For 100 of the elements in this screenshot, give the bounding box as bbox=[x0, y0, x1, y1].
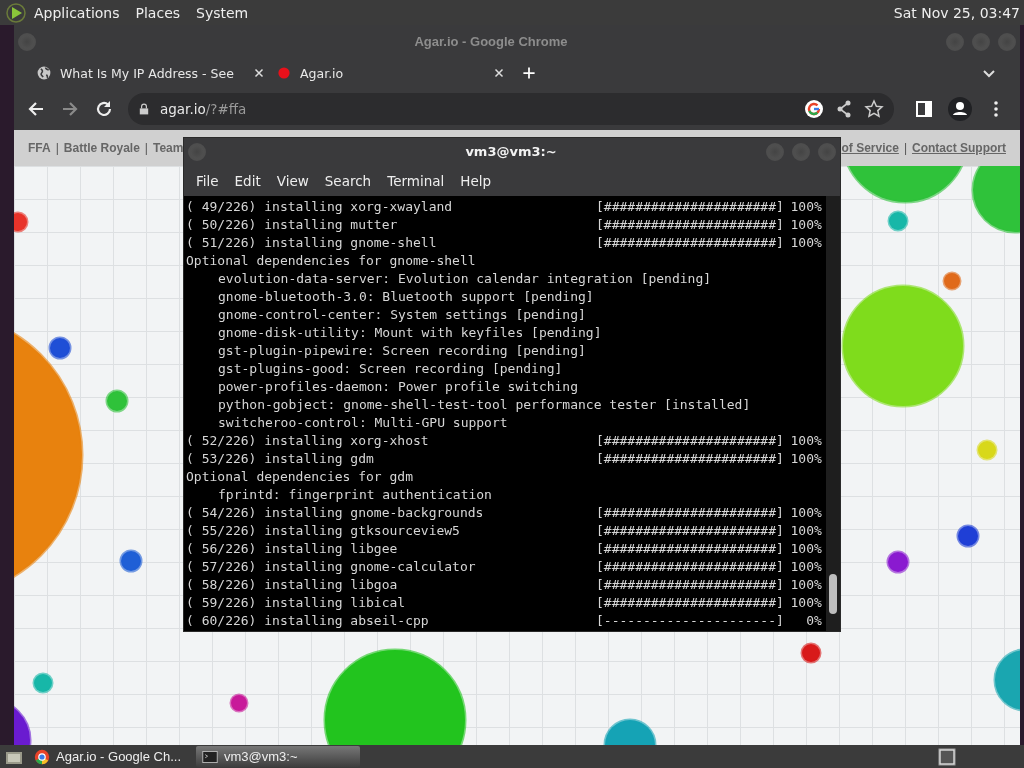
nav-link[interactable]: Contact Support bbox=[912, 141, 1006, 155]
percent-text: 100% bbox=[789, 540, 822, 558]
terminal-line: ( 50/226) installing mutter bbox=[186, 217, 398, 232]
taskbar-item[interactable]: vm3@vm3:~ bbox=[196, 746, 360, 767]
menu-item[interactable]: View bbox=[268, 172, 317, 189]
globe-icon bbox=[36, 65, 52, 81]
percent-text: 100% bbox=[789, 234, 822, 252]
game-cell bbox=[229, 693, 249, 713]
menu-item[interactable]: Help bbox=[452, 172, 500, 189]
star-icon[interactable] bbox=[864, 99, 884, 119]
percent-text: 100% bbox=[789, 504, 822, 522]
terminal-line: ( 51/226) installing gnome-shell bbox=[186, 235, 437, 250]
reload-icon[interactable] bbox=[94, 99, 114, 119]
game-cell bbox=[800, 642, 822, 664]
terminal-line: Optional dependencies for gnome-shell bbox=[186, 252, 476, 270]
address-bar[interactable]: agar.io/?#ffa bbox=[128, 93, 894, 125]
scrollbar[interactable] bbox=[826, 196, 840, 631]
progress-bar-text: [######################] bbox=[596, 216, 784, 234]
separator: | bbox=[143, 141, 149, 155]
nav-link[interactable]: Battle Royale bbox=[63, 141, 140, 155]
progress-bar-text: [######################] bbox=[596, 576, 784, 594]
workspace-icon[interactable] bbox=[938, 747, 956, 766]
browser-tab[interactable]: Agar.io bbox=[272, 59, 512, 87]
progress-bar-text: [######################] bbox=[596, 234, 784, 252]
taskbar-item[interactable]: Agar.io - Google Ch... bbox=[28, 746, 192, 767]
terminal-icon bbox=[202, 748, 218, 765]
terminal-line: gnome-bluetooth-3.0: Bluetooth support [pending] bbox=[218, 288, 594, 306]
lock-icon bbox=[138, 102, 150, 116]
nav-link[interactable]: of Service bbox=[841, 141, 899, 155]
panel-menu[interactable]: Places bbox=[127, 4, 189, 21]
game-cell bbox=[956, 524, 980, 548]
terminal-line: ( 60/226) installing abseil-cpp bbox=[186, 613, 429, 628]
game-cell bbox=[971, 166, 1020, 234]
side-panel-icon[interactable] bbox=[914, 99, 934, 119]
percent-text: 100% bbox=[789, 558, 822, 576]
nav-link[interactable]: Team bbox=[152, 141, 184, 155]
menu-item[interactable]: Terminal bbox=[379, 172, 453, 189]
close-icon[interactable] bbox=[494, 68, 504, 78]
game-cell bbox=[976, 439, 998, 461]
separator: | bbox=[902, 141, 908, 155]
game-cell bbox=[886, 550, 910, 574]
terminal-line: ( 57/226) installing gnome-calculator bbox=[186, 559, 476, 574]
panel-menu[interactable]: System bbox=[188, 4, 257, 21]
percent-text: 100% bbox=[789, 198, 822, 216]
progress-bar-text: [######################] bbox=[596, 522, 784, 540]
percent-text: 100% bbox=[789, 432, 822, 450]
site-favicon-icon bbox=[276, 65, 292, 81]
google-icon[interactable] bbox=[804, 99, 824, 119]
browser-tab[interactable]: What Is My IP Address - See bbox=[32, 59, 272, 87]
clock[interactable]: Sat Nov 25, 03:47 bbox=[893, 4, 1024, 21]
terminal-line: switcheroo-control: Multi-GPU support bbox=[218, 414, 508, 432]
game-cell bbox=[119, 549, 143, 573]
game-cell bbox=[603, 718, 657, 745]
percent-text: 0% bbox=[805, 612, 822, 630]
progress-bar-text: [######################] bbox=[596, 594, 784, 612]
game-cell bbox=[48, 336, 72, 360]
terminal-line: ( 49/226) installing xorg-xwayland bbox=[186, 199, 453, 214]
terminal-line: ( 53/226) installing gdm bbox=[186, 451, 374, 466]
game-cell bbox=[993, 648, 1020, 712]
progress-bar-text: [######################] bbox=[596, 558, 784, 576]
terminal-line: fprintd: fingerprint authentication bbox=[218, 486, 492, 504]
terminal-line: power-profiles-daemon: Power profile switching bbox=[218, 378, 579, 396]
terminal-line: ( 56/226) installing libgee bbox=[186, 541, 398, 556]
game-cell bbox=[14, 211, 29, 233]
play-logo-icon[interactable] bbox=[6, 2, 26, 23]
separator: | bbox=[54, 141, 60, 155]
game-cell bbox=[942, 271, 962, 291]
menu-item[interactable]: File bbox=[188, 172, 227, 189]
terminal-line: gst-plugin-pipewire: Screen recording [pending] bbox=[218, 342, 586, 360]
nav-link[interactable]: FFA bbox=[28, 141, 51, 155]
terminal-line: Optional dependencies for gdm bbox=[186, 468, 413, 486]
terminal-line: gnome-disk-utility: Mount with keyfiles [pending] bbox=[218, 324, 602, 342]
new-tab-icon[interactable] bbox=[522, 66, 536, 80]
terminal-line: ( 52/226) installing xorg-xhost bbox=[186, 433, 429, 448]
percent-text: 100% bbox=[789, 450, 822, 468]
game-cell bbox=[32, 672, 54, 694]
game-cell bbox=[105, 389, 129, 413]
terminal-line: python-gobject: gnome-shell-test-tool performance tester [installed] bbox=[218, 396, 751, 414]
menu-item[interactable]: Edit bbox=[226, 172, 269, 189]
terminal-line: ( 59/226) installing libical bbox=[186, 595, 406, 610]
terminal-line: gst-plugins-good: Screen recording [pending] bbox=[218, 360, 563, 378]
progress-bar-text: [######################] bbox=[596, 198, 784, 216]
percent-text: 100% bbox=[789, 576, 822, 594]
progress-bar-text: [----------------------] bbox=[596, 612, 784, 630]
menu-item[interactable]: Search bbox=[316, 172, 380, 189]
percent-text: 100% bbox=[789, 522, 822, 540]
progress-bar-text: [######################] bbox=[596, 450, 784, 468]
profile-icon[interactable] bbox=[948, 97, 972, 121]
game-cell bbox=[887, 210, 909, 232]
scrollbar-thumb[interactable] bbox=[829, 574, 837, 614]
window-title: vm3@vm3:~ bbox=[464, 144, 558, 159]
chrome-logo-icon bbox=[34, 748, 50, 765]
progress-bar-text: [######################] bbox=[596, 540, 784, 558]
percent-text: 100% bbox=[789, 594, 822, 612]
panel-menu[interactable]: Applications bbox=[26, 4, 128, 21]
terminal-line: gnome-control-center: System settings [pending] bbox=[218, 306, 586, 324]
percent-text: 100% bbox=[789, 216, 822, 234]
close-icon[interactable] bbox=[254, 68, 264, 78]
terminal-line: ( 58/226) installing libgoa bbox=[186, 577, 398, 592]
terminal-line: ( 54/226) installing gnome-backgrounds bbox=[186, 505, 484, 520]
